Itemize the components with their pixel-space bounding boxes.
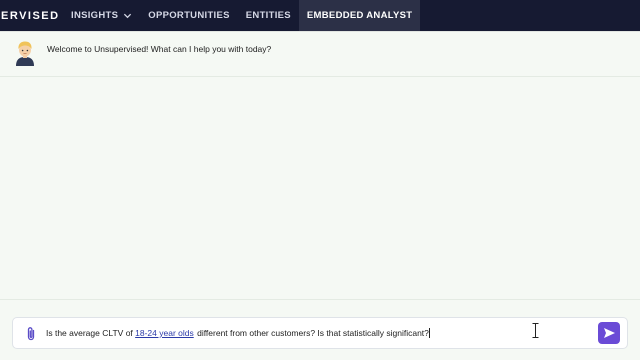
paperclip-icon[interactable] <box>24 326 38 342</box>
query-input[interactable]: Is the average CLTV of 18-24 year olds d… <box>46 328 430 338</box>
send-icon <box>603 328 615 338</box>
segment-link[interactable]: 18-24 year olds <box>135 328 194 338</box>
main-nav: INSIGHTS OPPORTUNITIES ENTITIES EMBEDDED… <box>63 0 421 31</box>
send-button[interactable] <box>598 322 620 344</box>
assistant-message: Welcome to Unsupervised! What can I help… <box>14 40 271 66</box>
nav-insights[interactable]: INSIGHTS <box>63 0 140 31</box>
message-divider <box>0 76 640 77</box>
brand-logo[interactable]: ERVISED <box>0 0 63 31</box>
top-nav-bar: ERVISED INSIGHTS OPPORTUNITIES ENTITIES … <box>0 0 640 31</box>
nav-opportunities-label: OPPORTUNITIES <box>148 10 230 21</box>
header-divider <box>0 31 640 32</box>
chat-composer[interactable]: Is the average CLTV of 18-24 year olds d… <box>12 317 628 349</box>
nav-embedded-analyst[interactable]: EMBEDDED ANALYST <box>298 0 421 31</box>
nav-opportunities[interactable]: OPPORTUNITIES <box>140 0 238 31</box>
nav-entities-label: ENTITIES <box>245 10 291 21</box>
nav-embedded-analyst-label: EMBEDDED ANALYST <box>306 10 413 21</box>
nav-entities[interactable]: ENTITIES <box>238 0 299 31</box>
query-suffix: different from other customers? Is that … <box>194 328 430 338</box>
avatar-icon <box>16 41 34 66</box>
query-prefix: Is the average CLTV of <box>46 328 136 338</box>
text-cursor-icon <box>532 323 539 338</box>
composer-divider <box>0 299 640 300</box>
chevron-down-icon <box>124 13 132 19</box>
message-text: Welcome to Unsupervised! What can I help… <box>47 44 272 54</box>
nav-insights-label: INSIGHTS <box>71 10 119 21</box>
